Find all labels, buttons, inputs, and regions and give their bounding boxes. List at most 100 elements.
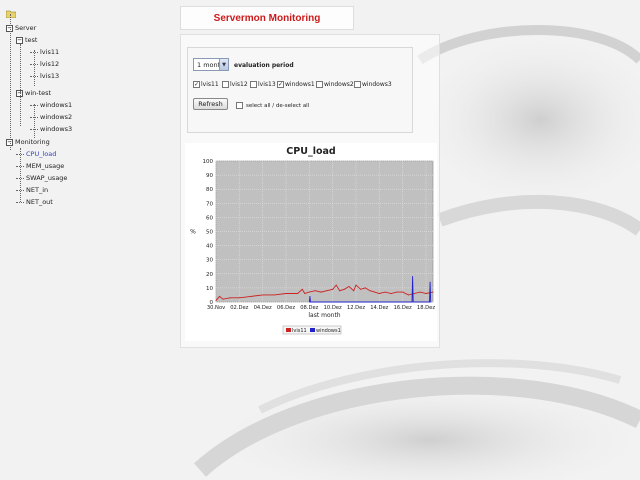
data-point	[314, 290, 316, 292]
host-checkbox-label: windows2	[324, 81, 354, 88]
data-point	[384, 291, 386, 293]
data-point	[229, 297, 231, 299]
data-point	[320, 291, 322, 293]
data-point	[412, 276, 414, 278]
tree-item-win-test[interactable]: − win-test	[16, 87, 51, 99]
tree-connector	[34, 104, 35, 138]
data-point	[402, 291, 404, 293]
data-point	[353, 290, 355, 292]
legend-swatch	[286, 328, 291, 332]
data-point	[348, 285, 350, 287]
host-checkbox-lvis12[interactable]: lvis12	[222, 81, 248, 88]
controls-panel: 1 month ▼ evaluation period ✓ lvis11 lvis1…	[187, 47, 413, 133]
host-checkbox-label: windows1	[285, 81, 315, 88]
data-point	[430, 301, 432, 303]
select-all-checkbox[interactable]: select all / de-select all	[236, 102, 309, 109]
data-point	[308, 291, 310, 293]
data-point	[250, 295, 252, 297]
data-point	[425, 293, 427, 295]
data-point	[374, 291, 376, 293]
data-point	[390, 293, 392, 295]
check-icon[interactable]: ✓	[193, 81, 200, 88]
refresh-button[interactable]: Refresh	[193, 98, 228, 110]
x-tick-label: 08.Dez	[300, 305, 318, 311]
tree-connector	[20, 148, 21, 202]
host-checkbox-label: windows3	[362, 81, 392, 88]
tree-item-label: lvis12	[40, 60, 60, 68]
host-checkbox-lvis11[interactable]: ✓ lvis11	[193, 81, 219, 88]
y-tick-label: 10	[206, 286, 213, 292]
tree-item-label: windows3	[40, 125, 73, 133]
data-point	[411, 301, 413, 303]
checkbox-box[interactable]	[236, 102, 243, 109]
legend-label: lvis11	[292, 328, 307, 334]
folder-icon[interactable]	[6, 10, 16, 18]
checkbox-box[interactable]	[354, 81, 361, 88]
tree-item-label: MEM_usage	[26, 162, 65, 170]
y-tick-label: 60	[206, 215, 213, 221]
evaluation-period-select[interactable]: 1 month ▼	[193, 58, 229, 71]
tree-item-label: lvis11	[40, 48, 60, 56]
page-title: Servermon Monitoring	[213, 12, 321, 24]
x-tick-label: 02.Dez	[230, 305, 248, 311]
host-checkbox-lvis13[interactable]: lvis13	[250, 81, 276, 88]
data-point	[326, 290, 328, 292]
tree-item-windows3[interactable]: windows3	[30, 123, 72, 135]
tree-item-label: CPU_load	[26, 150, 57, 158]
tree-item-label: windows2	[40, 113, 73, 121]
host-checkbox-label: lvis12	[230, 81, 248, 88]
tree-item-cpu-load[interactable]: CPU_load	[16, 148, 56, 160]
data-point	[413, 293, 415, 295]
host-checkbox-label: lvis13	[258, 81, 276, 88]
collapse-icon[interactable]: −	[16, 36, 23, 44]
data-point	[332, 288, 334, 290]
x-tick-label: 30.Nov	[207, 305, 225, 311]
host-checkboxes: ✓ lvis11 lvis12 lvis13 ✓ windows1 windows2 wind…	[193, 81, 413, 91]
x-tick-label: 10.Dez	[324, 305, 342, 311]
chevron-down-icon[interactable]: ▼	[219, 59, 228, 70]
host-checkbox-windows3[interactable]: windows3	[354, 81, 392, 88]
tree-item-monitoring[interactable]: − Monitoring	[6, 136, 50, 148]
host-checkbox-windows1[interactable]: ✓ windows1	[277, 81, 315, 88]
x-tick-label: 18.Dez	[417, 305, 435, 311]
x-tick-label: 16.Dez	[394, 305, 412, 311]
data-point	[219, 295, 220, 297]
checkbox-box[interactable]	[316, 81, 323, 88]
data-point	[285, 293, 287, 295]
tree-item-swap-usage[interactable]: SWAP_usage	[16, 172, 67, 184]
tree-item-label: Server	[15, 24, 37, 32]
data-point	[301, 288, 303, 290]
data-point	[419, 291, 421, 293]
chart-svg: CPU_load010203040506070809010030.Nov 02.D…	[190, 146, 435, 335]
data-point	[310, 301, 311, 303]
data-point	[396, 291, 398, 293]
y-axis-label: %	[190, 229, 196, 236]
tree-item-windows2[interactable]: windows2	[30, 111, 72, 123]
data-point	[355, 284, 357, 286]
tree-item-net-out[interactable]: NET_out	[16, 196, 53, 208]
check-icon[interactable]: ✓	[277, 81, 284, 88]
data-point	[412, 301, 414, 303]
select-all-label: select all / de-select all	[246, 102, 310, 109]
y-tick-label: 80	[206, 187, 213, 193]
tree-item-label: NET_in	[26, 186, 49, 194]
data-point	[262, 294, 264, 296]
x-tick-label: 04.Dez	[254, 305, 272, 311]
tree-item-windows1[interactable]: windows1	[30, 99, 72, 111]
data-point	[378, 293, 380, 295]
host-checkbox-windows2[interactable]: windows2	[316, 81, 354, 88]
data-point	[369, 290, 371, 292]
period-label: evaluation period	[234, 62, 294, 69]
checkbox-box[interactable]	[250, 81, 257, 88]
server-tree: − Server − test lvis11 lvis12 lvis13− win-test w…	[4, 8, 174, 218]
tree-item-label: NET_out	[26, 198, 53, 206]
tree-item-label: lvis13	[40, 72, 60, 80]
data-point	[238, 297, 240, 299]
y-tick-label: 30	[206, 258, 213, 264]
tree-item-label: test	[25, 36, 38, 44]
x-tick-label: 06.Dez	[277, 305, 295, 311]
y-tick-label: 90	[206, 173, 213, 179]
tree-item-mem-usage[interactable]: MEM_usage	[16, 160, 64, 172]
data-point	[297, 293, 299, 295]
checkbox-box[interactable]	[222, 81, 229, 88]
